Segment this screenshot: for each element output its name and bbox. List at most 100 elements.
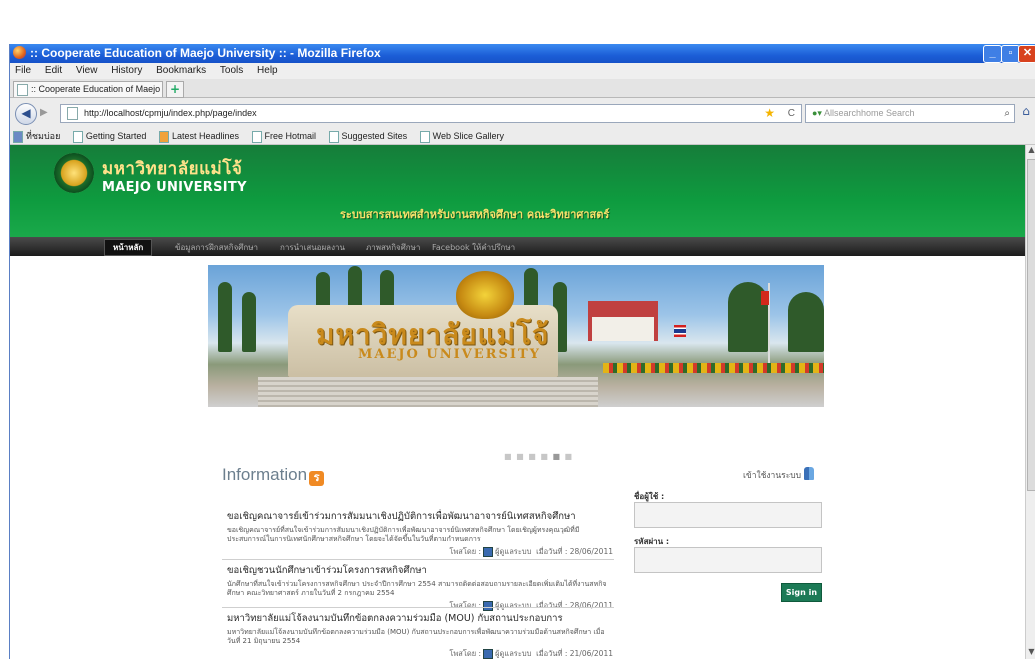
news-date: 28/06/2011: [569, 601, 613, 610]
news-item[interactable]: มหาวิทยาลัยแม่โจ้ลงนามบันทึกข้อตกลงความร…: [227, 611, 613, 659]
bookmarks-toolbar: ที่ชมบ่อย Getting Started Latest Headlin…: [10, 128, 1035, 145]
menu-help[interactable]: Help: [257, 65, 278, 76]
search-engine-icon[interactable]: ●▾: [812, 108, 822, 118]
user-icon: [483, 601, 494, 611]
menu-edit[interactable]: Edit: [45, 65, 62, 76]
slider-dot-active[interactable]: ■: [552, 452, 561, 461]
rss-icon[interactable]: ร: [309, 471, 325, 486]
site-nav-presentations[interactable]: การนำเสนอผลงาน: [280, 241, 345, 254]
page-icon: [419, 130, 430, 143]
bookmark-suggested-sites[interactable]: Suggested Sites: [328, 128, 408, 144]
bookmark-getting-started[interactable]: Getting Started: [72, 128, 147, 144]
login-heading: เข้าใช้งานระบบ: [743, 467, 815, 482]
news-meta: โพสโดย : ผู้ดูแลระบบ เมื่อวันที่ : 21/06/…: [227, 648, 613, 659]
bookmark-web-slice-gallery[interactable]: Web Slice Gallery: [419, 128, 504, 144]
date-label: เมื่อวันที่ :: [536, 547, 568, 556]
emblem-icon: [456, 271, 514, 319]
minimize-button[interactable]: _: [983, 45, 1002, 63]
menu-history[interactable]: History: [111, 65, 142, 76]
information-heading-text: Information: [222, 465, 308, 484]
tab-bar: :: Cooperate Education of Maejo Universi…: [10, 79, 1035, 109]
red-flag-icon: [761, 291, 769, 305]
title-bar: :: Cooperate Education of Maejo Universi…: [10, 44, 1035, 63]
site-nav-photos[interactable]: ภาพสหกิจศึกษา: [366, 241, 420, 254]
bookmark-label: Web Slice Gallery: [432, 131, 504, 141]
bookmark-free-hotmail[interactable]: Free Hotmail: [251, 128, 316, 144]
date-label: เมื่อวันที่ :: [536, 649, 568, 658]
divider: [222, 559, 614, 560]
sign-in-button[interactable]: Sign in: [781, 583, 822, 602]
posted-by-label: โพสโดย :: [449, 649, 482, 658]
news-item[interactable]: ขอเชิญคณาจารย์เข้าร่วมการสัมมนาเชิงปฏิบั…: [227, 509, 613, 558]
slider-dot[interactable]: ■: [540, 452, 549, 461]
password-input[interactable]: [634, 547, 822, 573]
tree: [242, 292, 256, 352]
slider-dot[interactable]: ■: [528, 452, 537, 461]
menu-tools[interactable]: Tools: [220, 65, 243, 76]
slider-dot[interactable]: ■: [516, 452, 525, 461]
flower-bed: [603, 363, 824, 373]
bookmark-label: Latest Headlines: [171, 131, 239, 141]
page-icon: [67, 107, 78, 121]
slider-pager[interactable]: ■ ■ ■ ■ ■ ■: [504, 452, 573, 461]
menu-file[interactable]: File: [15, 65, 31, 76]
tree: [218, 282, 232, 352]
bookmark-latest-headlines[interactable]: Latest Headlines: [158, 128, 239, 144]
author: ผู้ดูแลระบบ: [495, 601, 532, 610]
tree: [788, 292, 824, 352]
news-item[interactable]: ขอเชิญชวนนักศึกษาเข้าร่วมโครงการสหกิจศึก…: [227, 563, 613, 612]
forward-button[interactable]: ▶: [40, 105, 54, 121]
reload-icon[interactable]: C: [788, 105, 795, 122]
bookmark-star-icon[interactable]: ★: [764, 105, 775, 122]
system-title: ระบบสารสนเทศสำหรับงานสหกิจศึกษา คณะวิทยา…: [340, 208, 610, 221]
vertical-scrollbar[interactable]: ▲ ▼: [1025, 145, 1035, 659]
user-icon: [483, 547, 494, 557]
menu-bookmarks[interactable]: Bookmarks: [156, 65, 206, 76]
bookmark-most-visited[interactable]: ที่ชมบ่อย: [13, 128, 60, 144]
bookmark-label: Getting Started: [85, 131, 147, 141]
scrollbar-thumb[interactable]: [1027, 159, 1035, 491]
search-placeholder: Allsearchhome Search: [823, 108, 915, 118]
search-icon[interactable]: ⌕: [1004, 105, 1010, 122]
hero-text-english: MAEJO UNIVERSITY: [358, 347, 541, 362]
menu-view[interactable]: View: [76, 65, 98, 76]
close-button[interactable]: ✕: [1018, 45, 1035, 63]
firefox-icon: [13, 46, 26, 59]
home-icon[interactable]: ⌂: [1018, 104, 1034, 121]
tab-cooperate-education[interactable]: :: Cooperate Education of Maejo Universi…: [13, 81, 163, 109]
users-icon: [804, 467, 815, 480]
site-banner: มหาวิทยาลัยแม่โจ้ MAEJO UNIVERSITY ระบบส…: [10, 145, 1025, 237]
back-button[interactable]: ◀: [15, 103, 37, 125]
information-heading: Information ร: [222, 465, 325, 486]
page-icon: [17, 83, 28, 96]
news-date: 28/06/2011: [569, 547, 613, 556]
bookmark-label: Suggested Sites: [341, 131, 408, 141]
date-label: เมื่อวันที่ :: [536, 601, 568, 610]
search-input[interactable]: ●▾ Allsearchhome Search ⌕: [805, 104, 1015, 123]
news-title[interactable]: ขอเชิญคณาจารย์เข้าร่วมการสัมมนาเชิงปฏิบั…: [227, 509, 613, 524]
news-date: 21/06/2011: [569, 649, 613, 658]
slider-dot[interactable]: ■: [504, 452, 513, 461]
slider-dot[interactable]: ■: [565, 452, 574, 461]
site-nav-home[interactable]: หน้าหลัก: [104, 239, 153, 256]
new-tab-button[interactable]: +: [166, 81, 184, 98]
web-page: มหาวิทยาลัยแม่โจ้ MAEJO UNIVERSITY ระบบส…: [10, 145, 1025, 659]
scroll-down-arrow-icon[interactable]: ▼: [1026, 647, 1035, 659]
site-nav-facebook[interactable]: Facebook ให้คำปรึกษา: [432, 241, 515, 254]
username-input[interactable]: [634, 502, 822, 528]
page-icon: [328, 130, 339, 143]
login-heading-text: เข้าใช้งานระบบ: [743, 471, 802, 481]
bookmark-icon: [13, 130, 23, 143]
news-description: นักศึกษาที่สนใจเข้าร่วมโครงการสหกิจศึกษา…: [227, 580, 607, 597]
site-nav-training-info[interactable]: ข้อมูลการฝึกสหกิจศึกษา: [175, 241, 258, 254]
window-title: :: Cooperate Education of Maejo Universi…: [30, 46, 381, 60]
navigation-bar: ◀ ▶ http://localhost/cpmju/index.php/pag…: [10, 98, 1035, 128]
address-bar[interactable]: http://localhost/cpmju/index.php/page/in…: [60, 104, 802, 123]
news-description: ขอเชิญคณาจารย์ที่สนใจเข้าร่วมการสัมมนาเช…: [227, 526, 580, 543]
rss-folder-icon: [158, 130, 169, 143]
scroll-up-arrow-icon[interactable]: ▲: [1026, 145, 1035, 157]
news-title[interactable]: ขอเชิญชวนนักศึกษาเข้าร่วมโครงการสหกิจศึก…: [227, 563, 613, 578]
posted-by-label: โพสโดย :: [449, 547, 482, 556]
browser-window: :: Cooperate Education of Maejo Universi…: [9, 44, 1035, 659]
news-title[interactable]: มหาวิทยาลัยแม่โจ้ลงนามบันทึกข้อตกลงความร…: [227, 611, 613, 626]
